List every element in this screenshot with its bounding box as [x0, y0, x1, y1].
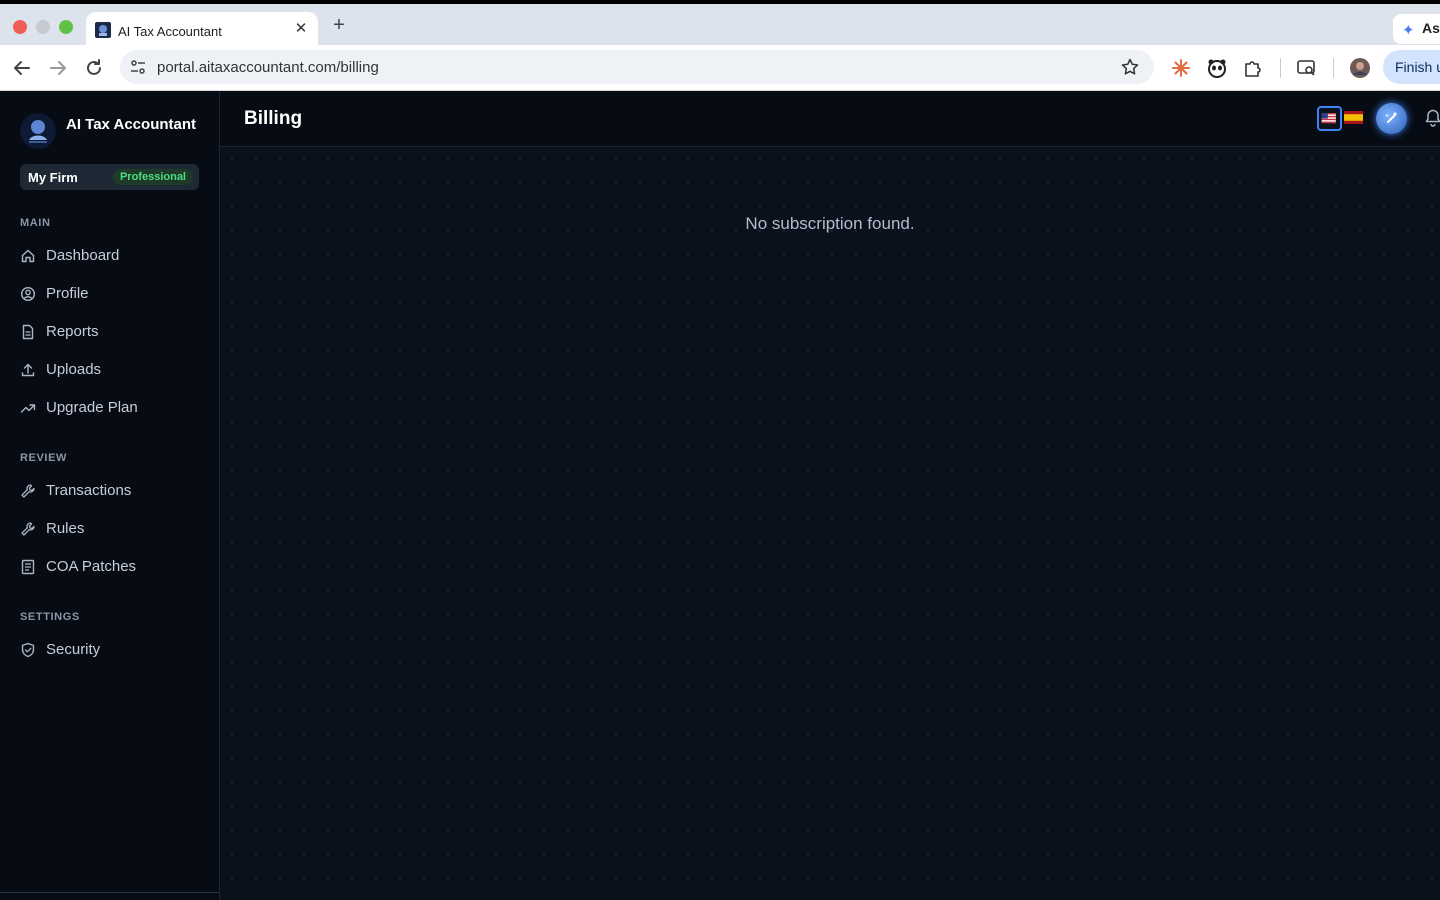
sidebar-item-label: Security [46, 641, 101, 658]
sidebar-item-label: Upgrade Plan [46, 399, 138, 416]
sidebar-item-label: Reports [46, 323, 99, 340]
section-title-review: REVIEW [20, 452, 67, 464]
sidebar-item-label: Transactions [46, 482, 132, 499]
finish-update-button[interactable]: Finish u [1383, 50, 1440, 84]
sidebar-item-label: Profile [46, 285, 89, 302]
sidebar-item-reports[interactable]: Reports [12, 316, 208, 348]
sidebar-item-transactions[interactable]: Transactions [12, 475, 208, 507]
list-icon [21, 559, 35, 575]
us-flag-icon[interactable] [1317, 106, 1342, 131]
wrench-icon [21, 484, 35, 498]
bookmark-star-icon[interactable] [1120, 57, 1140, 77]
forward-arrow-icon[interactable] [46, 56, 70, 80]
home-icon [21, 249, 35, 263]
sidebar-item-coa-patches[interactable]: COA Patches [12, 551, 208, 583]
tab-close-icon[interactable]: ✕ [292, 20, 310, 38]
toolbar-divider [1280, 58, 1281, 78]
sidebar-item-label: COA Patches [46, 558, 137, 575]
extensions-puzzle-icon[interactable] [1242, 57, 1264, 79]
url-text: portal.aitaxaccountant.com/billing [157, 59, 379, 76]
section-title-settings: SETTINGS [20, 611, 80, 623]
reload-icon[interactable] [82, 56, 106, 80]
user-circle-icon [20, 286, 36, 302]
tab-search-icon[interactable] [1295, 57, 1317, 79]
trending-up-icon [20, 404, 36, 413]
side-tab[interactable]: ✦ As [1393, 14, 1440, 44]
spain-flag-icon[interactable] [1344, 111, 1363, 124]
window-maximize-button[interactable] [59, 20, 73, 34]
window-minimize-button[interactable] [36, 20, 50, 34]
sidebar-item-upgrade-plan[interactable]: Upgrade Plan [12, 392, 208, 424]
sidebar: AI Tax Accountant My Firm Professional M… [0, 91, 220, 900]
shield-icon [21, 642, 35, 658]
browser-tab-strip: AI Tax Accountant ✕ + ✦ As [0, 4, 1440, 49]
sparkle-icon: ✦ [1402, 22, 1415, 39]
upload-icon [21, 363, 35, 377]
sidebar-item-security[interactable]: Security [12, 634, 208, 666]
sidebar-item-label: Uploads [46, 361, 102, 378]
toolbar-divider [1333, 58, 1334, 78]
sidebar-item-label: Dashboard [46, 247, 120, 264]
sidebar-item-profile[interactable]: Profile [12, 278, 208, 310]
brand-name: AI Tax Accountant [66, 116, 197, 133]
new-tab-button[interactable]: + [328, 14, 350, 36]
window-close-button[interactable] [13, 20, 27, 34]
firm-name: My Firm [28, 170, 78, 185]
magic-sparkle-icon [1385, 111, 1398, 123]
browser-tab-active[interactable]: AI Tax Accountant ✕ [86, 12, 318, 49]
document-icon [22, 324, 34, 340]
main-content: No subscription found. [220, 147, 1440, 900]
burst-extension-icon[interactable] [1170, 57, 1192, 79]
sidebar-item-uploads[interactable]: Uploads [12, 354, 208, 386]
firm-selector[interactable]: My Firm Professional [20, 164, 199, 190]
site-favicon-icon [95, 22, 111, 38]
ai-assistant-button[interactable] [1376, 103, 1407, 134]
back-arrow-icon[interactable] [10, 56, 34, 80]
sidebar-item-rules[interactable]: Rules [12, 513, 208, 545]
sidebar-item-label: Rules [46, 520, 85, 537]
sidebar-footer-divider [0, 892, 219, 893]
side-tab-label: As [1422, 20, 1440, 36]
sidebar-item-dashboard[interactable]: Dashboard [12, 240, 208, 272]
page-title: Billing [244, 108, 303, 129]
wrench-icon [21, 522, 35, 536]
page-header: Billing [220, 91, 1440, 147]
browser-toolbar: portal.aitaxaccountant.com/billing Finis… [0, 45, 1440, 91]
empty-state-message: No subscription found. [745, 214, 915, 233]
address-bar[interactable]: portal.aitaxaccountant.com/billing [120, 50, 1154, 84]
tab-title: AI Tax Accountant [118, 24, 222, 39]
plan-badge: Professional [112, 169, 193, 185]
profile-avatar-icon[interactable] [1349, 57, 1371, 79]
notification-bell-icon[interactable] [1423, 108, 1440, 128]
section-title-main: MAIN [20, 217, 51, 229]
panda-extension-icon[interactable] [1206, 57, 1228, 79]
finish-update-label: Finish u [1395, 59, 1440, 75]
brand-logo-icon[interactable] [20, 113, 56, 149]
site-settings-icon[interactable] [129, 58, 147, 76]
